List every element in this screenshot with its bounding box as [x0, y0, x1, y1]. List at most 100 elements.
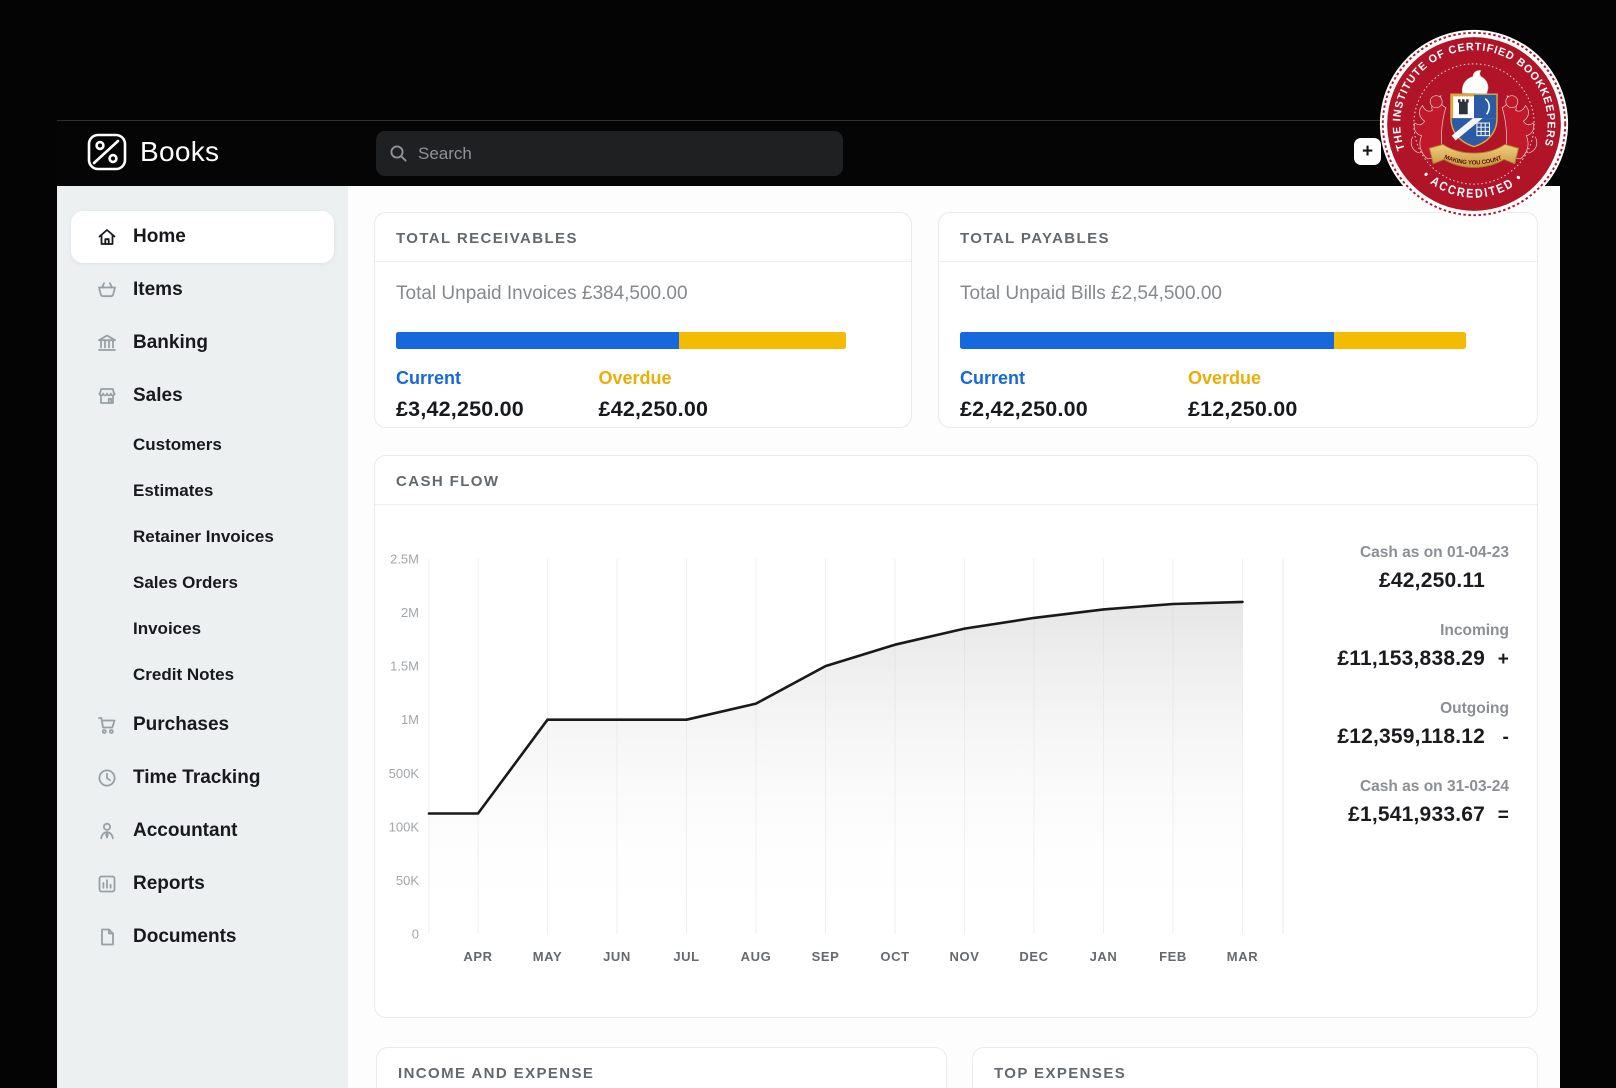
sidebar-item-label: Sales — [133, 385, 183, 407]
card-title: CASH FLOW — [375, 456, 1537, 505]
sidebar-item-label: Reports — [133, 873, 205, 895]
main-content: TOTAL RECEIVABLES Total Unpaid Invoices … — [348, 186, 1560, 1088]
sidebar-item-label: Banking — [133, 332, 208, 354]
top-expenses-card: TOP EXPENSES — [972, 1047, 1538, 1088]
storefront-icon — [96, 385, 118, 407]
stat-value: £12,359,118.12 — [1337, 725, 1485, 748]
sidebar-item-label: Items — [133, 279, 183, 301]
svg-text:2M: 2M — [401, 605, 419, 620]
sidebar-item-estimates[interactable]: Estimates — [57, 468, 348, 514]
sidebar-item-label: Purchases — [133, 714, 229, 736]
svg-text:2.5M: 2.5M — [390, 552, 419, 567]
sidebar-item-sales-orders[interactable]: Sales Orders — [57, 560, 348, 606]
sidebar-item-purchases[interactable]: Purchases — [57, 698, 348, 751]
search-input[interactable] — [376, 131, 843, 176]
app-shell: Home Items Banking — [57, 186, 1560, 1088]
payables-ratio-bar — [960, 332, 1466, 349]
plus-sign: + — [1485, 649, 1509, 671]
sidebar-item-retainer-invoices[interactable]: Retainer Invoices — [57, 514, 348, 560]
search-bar — [376, 131, 843, 176]
stat-incoming: Incoming £11,153,838.29+ — [1271, 622, 1509, 671]
sidebar-item-label: Time Tracking — [133, 767, 260, 789]
svg-text:JUL: JUL — [673, 949, 699, 964]
screenshot-stage: Books + — [0, 0, 1616, 1088]
cart-icon — [96, 714, 118, 736]
minus-sign: - — [1485, 727, 1509, 749]
svg-text:1.5M: 1.5M — [390, 659, 419, 674]
topbar: Books + — [57, 120, 1560, 186]
sidebar-item-home[interactable]: Home — [71, 211, 334, 263]
books-logo-icon — [87, 133, 127, 171]
sidebar: Home Items Banking — [57, 186, 348, 1088]
stat-closing-cash: Cash as on 31-03-24 £1,541,933.67= — [1271, 778, 1509, 827]
icb-accredited-badge: THE INSTITUTE OF CERTIFIED BOOKKEEPERS •… — [1377, 27, 1571, 221]
stat-value: £42,250.11 — [1379, 569, 1485, 592]
sidebar-item-credit-notes[interactable]: Credit Notes — [57, 652, 348, 698]
document-icon — [96, 926, 118, 948]
sidebar-item-accountant[interactable]: Accountant — [57, 804, 348, 857]
svg-text:NOV: NOV — [950, 949, 980, 964]
overdue-amount: £12,250.00 — [1188, 397, 1416, 422]
sidebar-item-sales[interactable]: Sales — [57, 369, 348, 422]
sidebar-item-reports[interactable]: Reports — [57, 857, 348, 910]
overdue-amount: £42,250.00 — [599, 397, 802, 422]
clock-icon — [96, 767, 118, 789]
app-window: Books + — [57, 120, 1560, 1088]
svg-text:AUG: AUG — [741, 949, 772, 964]
stat-value: £1,541,933.67 — [1348, 803, 1485, 826]
svg-text:100K: 100K — [389, 819, 420, 834]
stat-opening-cash: Cash as on 01-04-23 £42,250.11 — [1271, 544, 1509, 593]
svg-text:0: 0 — [412, 927, 419, 942]
sidebar-item-items[interactable]: Items — [57, 263, 348, 316]
sidebar-item-label: Accountant — [133, 820, 238, 842]
svg-text:MAY: MAY — [533, 949, 563, 964]
income-and-expense-card: INCOME AND EXPENSE — [376, 1047, 947, 1088]
sidebar-item-documents[interactable]: Documents — [57, 910, 348, 963]
basket-icon — [96, 279, 118, 301]
shield-crest — [1452, 95, 1497, 146]
stat-value: £11,153,838.29 — [1337, 647, 1485, 670]
receivables-current-bar — [396, 332, 679, 349]
home-icon — [96, 226, 118, 248]
cash-flow-chart: APR MAY JUN JUL AUG SEP OCT NOV DEC JAN FEB MAR 0 50K… — [375, 504, 1315, 1016]
current-amount: £3,42,250.00 — [396, 397, 599, 422]
app-logo[interactable]: Books — [87, 133, 219, 171]
sidebar-item-customers[interactable]: Customers — [57, 422, 348, 468]
sidebar-item-label: Home — [133, 226, 186, 248]
bar-chart-icon — [96, 873, 118, 895]
card-title: TOTAL RECEIVABLES — [375, 213, 911, 262]
svg-text:FEB: FEB — [1159, 949, 1187, 964]
current-label: Current — [960, 368, 1188, 389]
sidebar-item-invoices[interactable]: Invoices — [57, 606, 348, 652]
bank-icon — [96, 332, 118, 354]
svg-text:DEC: DEC — [1019, 949, 1048, 964]
svg-text:APR: APR — [463, 949, 492, 964]
sidebar-item-time-tracking[interactable]: Time Tracking — [57, 751, 348, 804]
cash-flow-stats: Cash as on 01-04-23 £42,250.11 Incoming … — [1271, 544, 1509, 856]
svg-text:MAR: MAR — [1227, 949, 1258, 964]
total-payables-card: TOTAL PAYABLES Total Unpaid Bills £2,54,… — [938, 212, 1538, 428]
current-label: Current — [396, 368, 599, 389]
svg-text:OCT: OCT — [880, 949, 909, 964]
unpaid-invoices-total: Total Unpaid Invoices £384,500.00 — [396, 283, 890, 305]
card-title: INCOME AND EXPENSE — [377, 1048, 946, 1088]
sidebar-item-label: Documents — [133, 926, 236, 948]
card-title: TOP EXPENSES — [973, 1048, 1537, 1088]
unpaid-bills-total: Total Unpaid Bills £2,54,500.00 — [960, 283, 1516, 305]
svg-text:JUN: JUN — [603, 949, 631, 964]
sidebar-item-banking[interactable]: Banking — [57, 316, 348, 369]
accountant-icon — [96, 820, 118, 842]
stat-outgoing: Outgoing £12,359,118.12- — [1271, 700, 1509, 749]
cash-flow-card: CASH FLOW APR MAY JUN JUL AUG SEP OCT NOV DEC JAN… — [374, 455, 1538, 1018]
payables-current-bar — [960, 332, 1334, 349]
svg-text:SEP: SEP — [812, 949, 840, 964]
svg-text:1M: 1M — [401, 712, 419, 727]
app-title: Books — [140, 136, 219, 168]
svg-text:JAN: JAN — [1090, 949, 1118, 964]
svg-text:50K: 50K — [396, 873, 419, 888]
overdue-label: Overdue — [599, 368, 802, 389]
current-amount: £2,42,250.00 — [960, 397, 1188, 422]
equals-sign: = — [1485, 805, 1509, 827]
svg-text:500K: 500K — [389, 766, 420, 781]
total-receivables-card: TOTAL RECEIVABLES Total Unpaid Invoices … — [374, 212, 912, 428]
